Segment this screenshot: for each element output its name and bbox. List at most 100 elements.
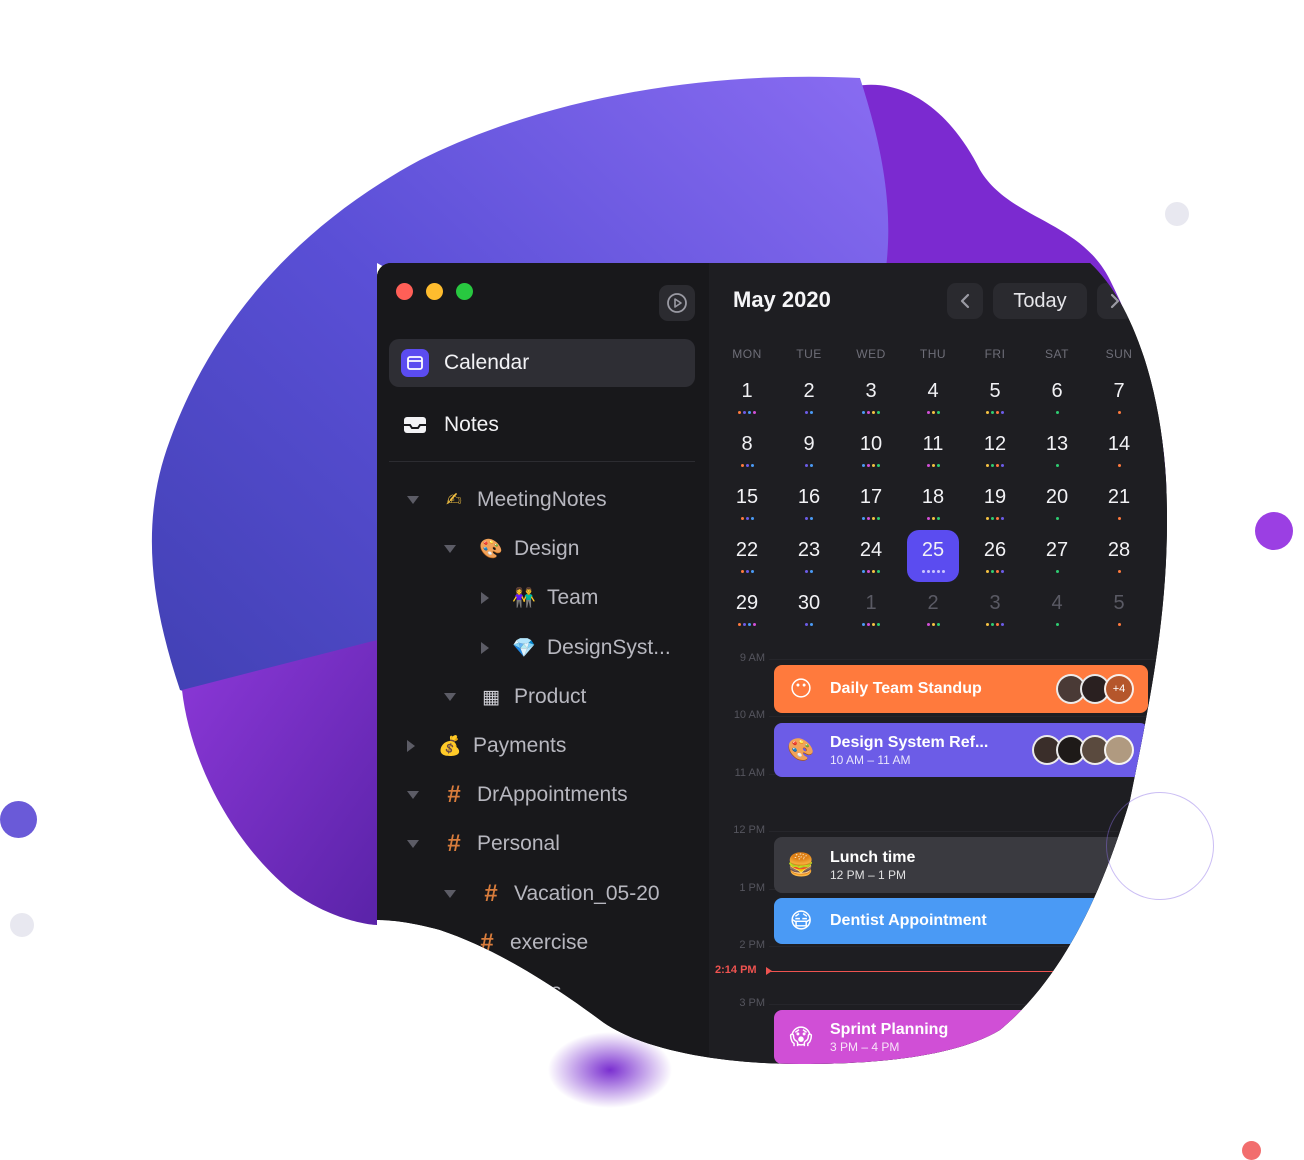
minimize-window-button[interactable] bbox=[426, 283, 443, 300]
event-emoji-icon: 🍔 bbox=[787, 852, 815, 877]
calendar-day[interactable]: 26 bbox=[969, 530, 1021, 582]
day-number: 14 bbox=[1107, 433, 1131, 455]
calendar-day[interactable]: 4 bbox=[907, 371, 959, 423]
current-time-label: 2:14 PM bbox=[715, 964, 757, 976]
calendar-day[interactable]: 7 bbox=[1093, 371, 1145, 423]
calendar-day[interactable]: 5 bbox=[1093, 583, 1145, 635]
event-design-system[interactable]: 🎨 Design System Ref... 10 AM – 11 AM bbox=[774, 723, 1148, 777]
calendar-day[interactable]: 11 bbox=[907, 424, 959, 476]
event-dot bbox=[927, 570, 930, 573]
calendar-day[interactable]: 1 bbox=[721, 371, 773, 423]
tree-item-drappointments[interactable]: # DrAppointments bbox=[407, 775, 628, 815]
settings-button[interactable] bbox=[659, 285, 695, 321]
calendar-day[interactable]: 8 bbox=[721, 424, 773, 476]
calendar-day[interactable]: 14 bbox=[1093, 424, 1145, 476]
event-dots bbox=[969, 570, 1021, 574]
calendar-day[interactable]: 10 bbox=[845, 424, 897, 476]
tree-item-team[interactable]: 👫 Team bbox=[481, 578, 598, 618]
sidebar-divider bbox=[389, 461, 695, 462]
day-number: 27 bbox=[1045, 539, 1069, 561]
attendee-avatars[interactable]: +4 bbox=[1062, 674, 1134, 704]
calendar-day[interactable]: 6 bbox=[1031, 371, 1083, 423]
weekday-label: FRI bbox=[984, 347, 1006, 361]
calendar-day[interactable]: 29 bbox=[721, 583, 773, 635]
tree-item-meetingnotes[interactable]: ✍ MeetingNotes bbox=[407, 480, 607, 520]
event-dot bbox=[810, 411, 813, 414]
calendar-day[interactable]: 2 bbox=[907, 583, 959, 635]
hour-label: 11 AM bbox=[734, 767, 765, 779]
calendar-day[interactable]: 22 bbox=[721, 530, 773, 582]
event-dot bbox=[991, 570, 994, 573]
calendar-day[interactable]: 12 bbox=[969, 424, 1021, 476]
tree-item-vacation[interactable]: # Vacation_05-20 bbox=[444, 874, 660, 914]
chevron-down-icon[interactable] bbox=[444, 545, 456, 553]
calendar-day-today[interactable]: 25 bbox=[907, 530, 959, 582]
event-dot bbox=[805, 623, 808, 626]
event-dot bbox=[996, 464, 999, 467]
nav-notes[interactable]: Notes bbox=[389, 401, 695, 449]
event-lunch-time[interactable]: 🍔 Lunch time 12 PM – 1 PM bbox=[774, 837, 1148, 893]
previous-month-button[interactable] bbox=[947, 283, 983, 319]
today-button[interactable]: Today bbox=[993, 283, 1087, 319]
event-title: Sprint Planning bbox=[830, 1020, 949, 1038]
event-dot bbox=[1001, 623, 1004, 626]
event-dot bbox=[867, 411, 870, 414]
tree-item-personal[interactable]: # Personal bbox=[407, 824, 560, 864]
zoom-window-button[interactable] bbox=[456, 283, 473, 300]
calendar-day[interactable]: 18 bbox=[907, 477, 959, 529]
day-number: 17 bbox=[859, 486, 883, 508]
attendee-avatars[interactable] bbox=[1038, 735, 1134, 765]
tree-item-payments[interactable]: 💰 Payments bbox=[407, 726, 566, 766]
calendar-day[interactable]: 5 bbox=[969, 371, 1021, 423]
event-emoji-icon: 😶 bbox=[789, 676, 813, 701]
event-dot bbox=[741, 464, 744, 467]
calendar-day[interactable]: 2 bbox=[783, 371, 835, 423]
event-dot bbox=[805, 570, 808, 573]
chevron-down-icon[interactable] bbox=[407, 840, 419, 848]
chevron-down-icon[interactable] bbox=[407, 791, 419, 799]
calendar-day[interactable]: 30 bbox=[783, 583, 835, 635]
calendar-day[interactable]: 17 bbox=[845, 477, 897, 529]
calendar-day[interactable]: 19 bbox=[969, 477, 1021, 529]
avatar bbox=[1104, 735, 1134, 765]
tree-item-label: Product bbox=[514, 685, 587, 708]
event-dot bbox=[862, 623, 865, 626]
calendar-day[interactable]: 13 bbox=[1031, 424, 1083, 476]
event-dot bbox=[741, 570, 744, 573]
calendar-day[interactable]: 20 bbox=[1031, 477, 1083, 529]
event-dots bbox=[969, 464, 1021, 468]
close-window-button[interactable] bbox=[396, 283, 413, 300]
event-daily-team-standup[interactable]: 😶 Daily Team Standup +4 bbox=[774, 665, 1148, 713]
tree-item-design[interactable]: 🎨 Design bbox=[444, 529, 579, 569]
gem-icon: 💎 bbox=[512, 638, 536, 659]
calendar-day[interactable]: 1 bbox=[845, 583, 897, 635]
chevron-right-icon[interactable] bbox=[481, 592, 489, 604]
chevron-down-icon[interactable] bbox=[407, 496, 419, 504]
calendar-day[interactable]: 28 bbox=[1093, 530, 1145, 582]
event-time: 10 AM – 11 AM bbox=[830, 752, 911, 767]
calendar-day[interactable]: 4 bbox=[1031, 583, 1083, 635]
calendar-day[interactable]: 3 bbox=[845, 371, 897, 423]
chevron-down-icon[interactable] bbox=[444, 693, 456, 701]
nav-calendar[interactable]: Calendar bbox=[389, 339, 695, 387]
chevron-down-icon[interactable] bbox=[444, 890, 456, 898]
calendar-day[interactable]: 21 bbox=[1093, 477, 1145, 529]
calendar-day[interactable]: 15 bbox=[721, 477, 773, 529]
calendar-day[interactable]: 24 bbox=[845, 530, 897, 582]
decorative-dot-purple bbox=[1255, 512, 1293, 550]
calendar-day[interactable]: 3 bbox=[969, 583, 1021, 635]
calendar-day[interactable]: 9 bbox=[783, 424, 835, 476]
day-number: 19 bbox=[983, 486, 1007, 508]
calendar-day[interactable]: 27 bbox=[1031, 530, 1083, 582]
tree-item-product[interactable]: ▦ Product bbox=[444, 677, 586, 717]
calendar-day[interactable]: 16 bbox=[783, 477, 835, 529]
event-dot bbox=[991, 623, 994, 626]
decorative-dot-gray-small bbox=[10, 913, 34, 937]
tree-item-designsystem[interactable]: 💎 DesignSyst... bbox=[481, 628, 671, 668]
chevron-right-icon[interactable] bbox=[481, 642, 489, 654]
chevron-right-icon[interactable] bbox=[407, 740, 415, 752]
calendar-day[interactable]: 23 bbox=[783, 530, 835, 582]
writing-hand-icon: ✍ bbox=[446, 489, 462, 511]
calendar-icon bbox=[401, 349, 429, 377]
event-dot bbox=[862, 517, 865, 520]
